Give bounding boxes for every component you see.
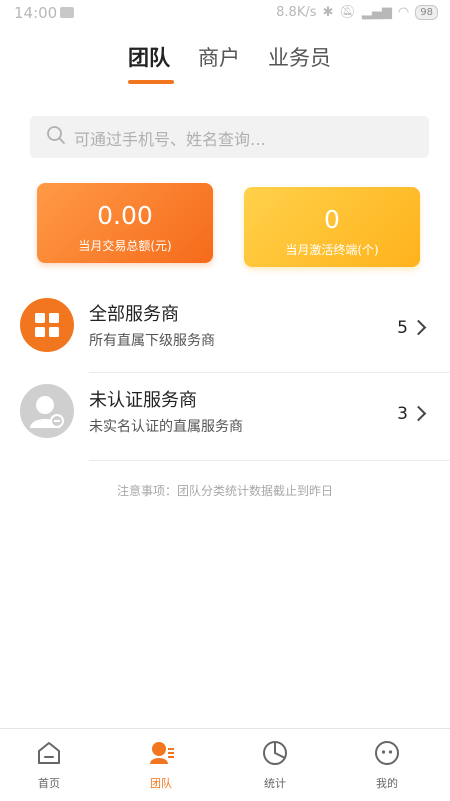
nav-team-label: 团队	[150, 777, 172, 790]
nav-home[interactable]: 首页	[14, 739, 84, 791]
monthly-activation-value: 0	[324, 205, 340, 234]
monthly-activation-card[interactable]: 0 当月激活终端(个)	[244, 187, 420, 267]
list-item-unverified-providers[interactable]: 未认证服务商 未实名认证的直属服务商 3	[0, 374, 450, 456]
divider	[89, 372, 450, 373]
battery-icon: 98	[415, 5, 438, 20]
top-tabs: 团队 商户 业务员	[0, 42, 450, 88]
nav-team[interactable]: 团队	[126, 739, 196, 791]
status-bar: 14:00 8.8K/s ✱ 🔕︎ ▂▄▆ ◠ 98	[0, 0, 450, 28]
tab-merchant[interactable]: 商户	[198, 42, 240, 72]
list-item-count: 5	[397, 318, 408, 338]
nav-stats[interactable]: 统计	[240, 739, 310, 791]
notice-text: 注意事项：团队分类统计数据截止到昨日	[116, 484, 333, 498]
search-placeholder: 可通过手机号、姓名查询…	[74, 130, 267, 149]
nav-profile[interactable]: 我的	[352, 739, 422, 791]
tab-salesman[interactable]: 业务员	[268, 42, 331, 72]
pie-chart-icon	[263, 741, 287, 765]
net-speed: 8.8K/s	[276, 5, 317, 20]
wifi-icon: ◠	[397, 5, 410, 20]
team-icon	[150, 742, 174, 764]
user-avatar-icon	[20, 384, 74, 438]
bluetooth-icon: ✱	[322, 5, 334, 20]
nav-stats-label: 统计	[264, 777, 286, 790]
mute-icon: 🔕︎	[339, 5, 356, 20]
home-icon	[38, 742, 60, 764]
bottom-nav: 首页 团队 统计 我的	[0, 728, 450, 801]
nav-home-label: 首页	[38, 777, 60, 790]
nav-profile-label: 我的	[376, 777, 398, 790]
monthly-activation-label: 当月激活终端(个)	[285, 243, 379, 257]
list-item-count: 3	[397, 404, 408, 424]
chevron-right-icon	[410, 319, 427, 336]
list-item-subtitle: 未实名认证的直属服务商	[89, 419, 243, 435]
tab-active-indicator	[128, 80, 174, 84]
status-time: 14:00	[14, 4, 58, 22]
grid-icon	[20, 298, 74, 352]
monthly-transaction-card[interactable]: 0.00 当月交易总额(元)	[37, 183, 213, 263]
search-icon	[47, 126, 65, 144]
list-item-title: 未认证服务商	[89, 390, 197, 411]
list-item-subtitle: 所有直属下级服务商	[89, 333, 215, 349]
monthly-transaction-label: 当月交易总额(元)	[78, 239, 172, 253]
message-icon	[60, 7, 74, 18]
list-item-all-providers[interactable]: 全部服务商 所有直属下级服务商 5	[0, 288, 450, 370]
tab-team[interactable]: 团队	[128, 42, 170, 72]
monthly-transaction-value: 0.00	[97, 201, 153, 230]
search-input[interactable]: 可通过手机号、姓名查询…	[30, 116, 429, 158]
chevron-right-icon	[410, 405, 427, 422]
signal-icon: ▂▄▆	[361, 5, 392, 20]
status-indicators: 8.8K/s ✱ 🔕︎ ▂▄▆ ◠ 98	[276, 5, 438, 20]
profile-icon	[375, 741, 399, 765]
list-item-title: 全部服务商	[89, 304, 179, 325]
divider	[89, 460, 450, 461]
